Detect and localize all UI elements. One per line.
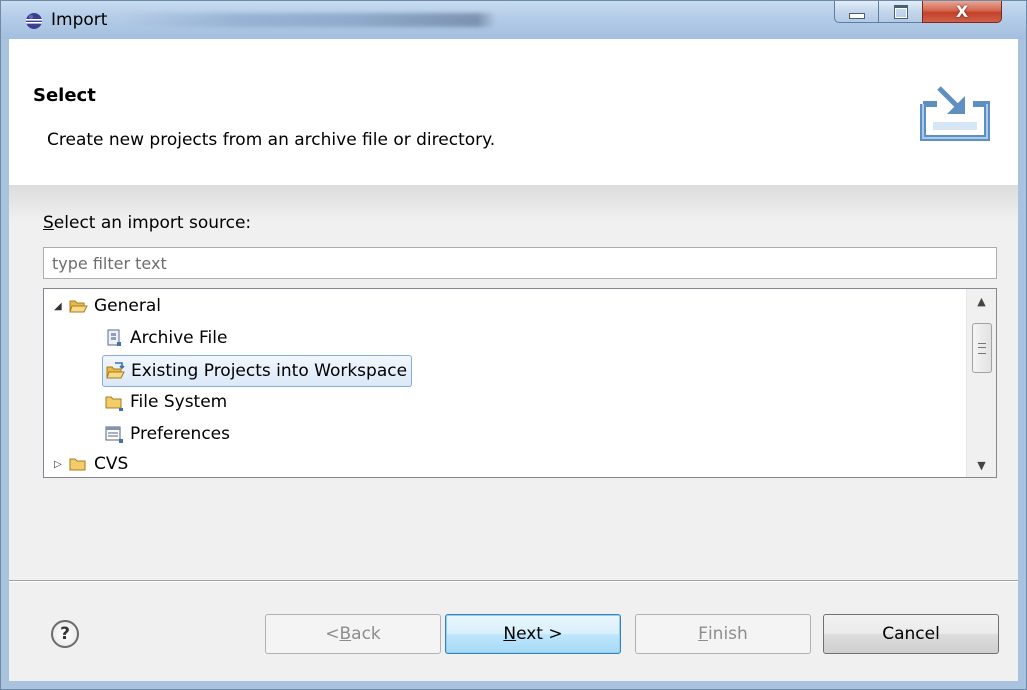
- window-bottom-frame: [9, 681, 1018, 689]
- back-prefix: <: [325, 624, 340, 644]
- scroll-thumb[interactable]: [972, 323, 992, 373]
- title-bar[interactable]: Import X: [1, 1, 1026, 39]
- dialog-client-area: Select Create new projects from an archi…: [9, 39, 1018, 681]
- folder-open-icon: [69, 300, 88, 313]
- page-title: Select: [33, 85, 96, 106]
- collapse-arrow-icon[interactable]: ▷: [54, 459, 68, 470]
- page-description: Create new projects from an archive file…: [47, 130, 496, 150]
- tree-item-preferences[interactable]: Preferences: [104, 419, 230, 449]
- cancel-button[interactable]: Cancel: [823, 614, 999, 654]
- window-title: Import: [51, 10, 108, 30]
- tree-item-existing-projects[interactable]: Existing Projects into Workspace: [102, 355, 413, 387]
- folder-icon: [105, 396, 123, 411]
- finish-label: inish: [707, 624, 748, 644]
- import-source-tree[interactable]: ◢ General Archive File Existing Projects…: [43, 288, 997, 478]
- close-button[interactable]: X: [922, 1, 1002, 23]
- tree-item-label: File System: [130, 392, 228, 412]
- next-button[interactable]: Next >: [445, 614, 621, 654]
- wizard-header: Select Create new projects from an archi…: [9, 39, 1018, 186]
- tree-item-label: General: [94, 296, 161, 316]
- maximize-icon: [893, 4, 908, 19]
- close-icon: X: [955, 2, 969, 21]
- blurred-title-detail: [126, 13, 496, 27]
- tree-item-general[interactable]: ◢ General: [54, 291, 161, 321]
- existing-projects-icon: [106, 362, 125, 379]
- back-label: ack: [351, 624, 381, 644]
- finish-mnemonic: F: [698, 624, 708, 644]
- folder-icon: [69, 458, 86, 471]
- expand-arrow-icon[interactable]: ◢: [54, 301, 68, 312]
- tree-item-archive-file[interactable]: Archive File: [104, 323, 227, 353]
- minimize-icon: [848, 13, 865, 19]
- minimize-button[interactable]: [834, 1, 879, 23]
- next-mnemonic: N: [503, 624, 517, 644]
- filter-input[interactable]: [43, 247, 997, 279]
- import-wizard-icon: [920, 86, 990, 141]
- back-button[interactable]: < Back: [265, 614, 441, 654]
- import-source-mnemonic: S: [43, 213, 54, 233]
- import-source-label: Select an import source:: [43, 213, 251, 233]
- import-dialog-window: Import X Select Create new projects from…: [0, 0, 1027, 690]
- tree-item-label: Existing Projects into Workspace: [131, 361, 408, 381]
- import-source-label-text: elect an import source:: [53, 213, 252, 233]
- back-mnemonic: B: [339, 624, 352, 644]
- tree-item-cvs[interactable]: ▷ CVS: [54, 449, 129, 477]
- help-icon: ?: [60, 624, 70, 644]
- archive-file-icon: [107, 329, 121, 346]
- scroll-down-icon[interactable]: ▼: [967, 453, 996, 477]
- tree-item-label: Archive File: [130, 328, 228, 348]
- cancel-label: Cancel: [882, 624, 940, 644]
- preferences-icon: [105, 426, 123, 443]
- eclipse-icon: [26, 13, 42, 29]
- footer-separator: [9, 580, 1018, 582]
- help-button[interactable]: ?: [51, 620, 79, 648]
- tree-item-label: Preferences: [130, 424, 230, 444]
- finish-button[interactable]: Finish: [635, 614, 811, 654]
- next-label: ext >: [516, 624, 563, 644]
- maximize-button[interactable]: [878, 1, 923, 23]
- tree-item-label: CVS: [94, 454, 129, 474]
- tree-scrollbar[interactable]: ▲ ▼: [966, 289, 996, 477]
- tree-item-file-system[interactable]: File System: [104, 387, 227, 417]
- scroll-up-icon[interactable]: ▲: [967, 289, 996, 313]
- grip-icon: [978, 342, 986, 354]
